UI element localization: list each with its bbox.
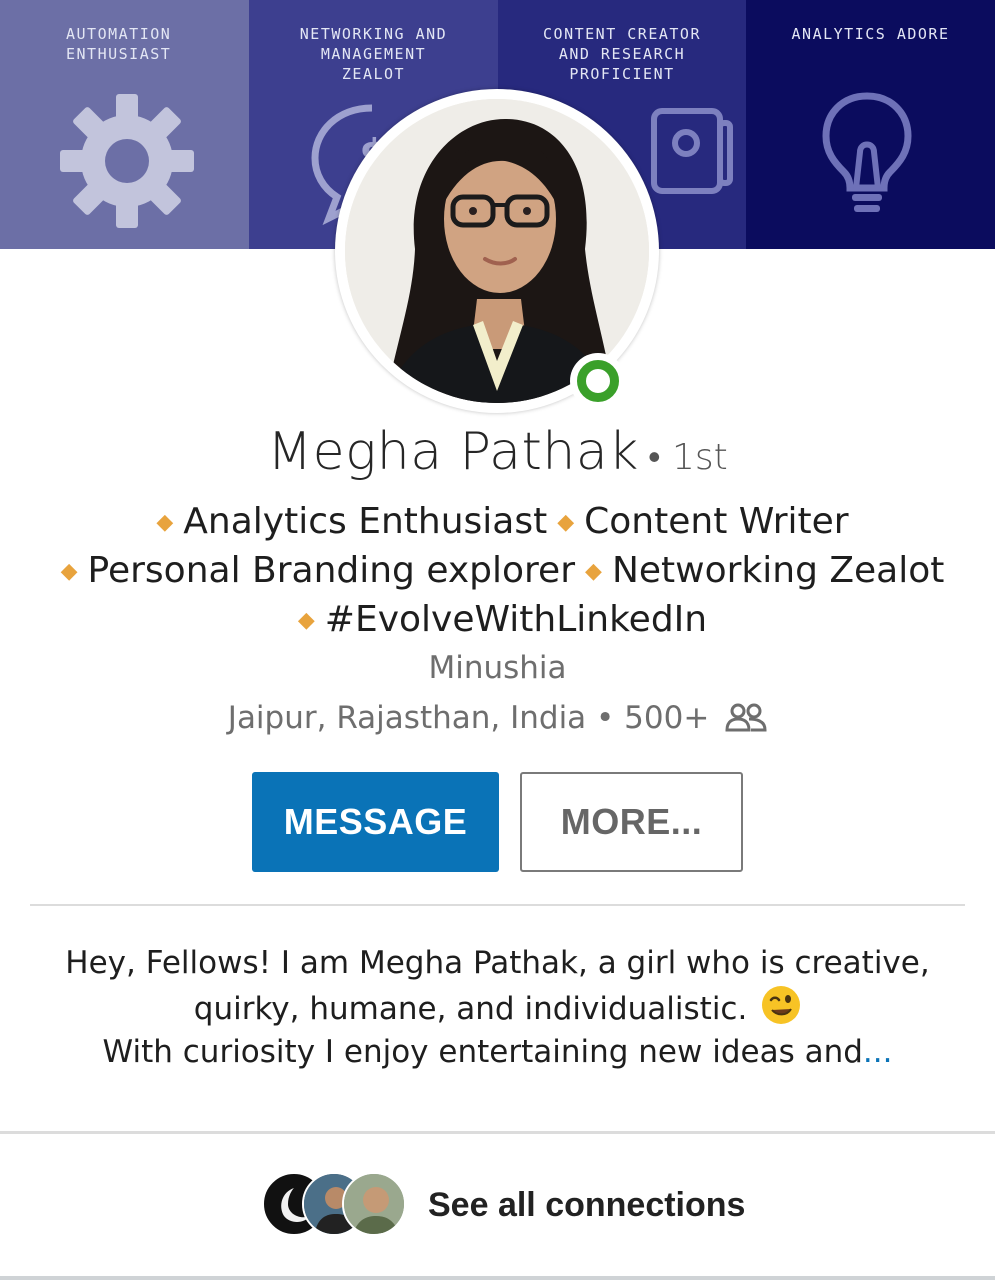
gear-icon xyxy=(60,94,194,228)
connection-degree: • 1st xyxy=(647,437,728,478)
profile-location-line: Jaipur, Rajasthan, India • 500+ xyxy=(0,700,995,736)
banner-panel-text: NETWORKING AND MANAGEMENT ZEALOT xyxy=(299,25,448,83)
summary-line: quirky, humane, and individualistic. xyxy=(193,991,748,1027)
profile-company[interactable]: Minushia xyxy=(0,650,995,686)
headline-item: Content Writer xyxy=(584,501,849,542)
headline-item: #EvolveWithLinkedIn xyxy=(324,599,708,640)
winking-face-emoji-icon xyxy=(762,986,801,1024)
divider xyxy=(30,904,965,906)
message-button[interactable]: MESSAGE xyxy=(252,772,499,872)
diamond-bullet-icon: ◆ xyxy=(60,559,78,584)
connections-count[interactable]: • 500+ xyxy=(596,700,709,736)
banner-panel-automation: AUTOMATION ENTHUSIAST xyxy=(0,0,249,249)
profile-name-line: Megha Pathak • 1st xyxy=(0,422,995,482)
diamond-bullet-icon: ◆ xyxy=(557,510,575,535)
banner-panel-text: CONTENT CREATOR AND RESEARCH PROFICIENT xyxy=(543,25,701,83)
summary-line-3: With curiosity I enjoy entertaining new … xyxy=(40,1031,955,1074)
profile-location: Jaipur, Rajasthan, India xyxy=(227,700,587,736)
people-icon xyxy=(725,703,767,732)
summary-line-2: quirky, humane, and individualistic. xyxy=(40,985,955,1031)
summary-line: Hey, Fellows! I am Megha Pathak, a girl … xyxy=(65,945,930,981)
avatar xyxy=(342,1172,406,1236)
summary-line: With curiosity I enjoy entertaining new … xyxy=(102,1034,863,1070)
document-icon xyxy=(651,108,733,194)
bottom-edge xyxy=(0,1276,995,1280)
online-dot-icon xyxy=(577,360,619,402)
diamond-bullet-icon: ◆ xyxy=(585,559,602,584)
more-button[interactable]: MORE... xyxy=(520,772,743,872)
headline-item: Personal Branding explorer xyxy=(87,550,576,591)
headline-item: Networking Zealot xyxy=(611,550,945,591)
divider xyxy=(0,1131,995,1134)
diamond-bullet-icon: ◆ xyxy=(297,608,315,633)
profile-name: Megha Pathak xyxy=(267,422,639,482)
banner-panel-text: ANALYTICS ADORE xyxy=(791,25,950,43)
see-all-connections-link[interactable]: See all connections xyxy=(428,1186,745,1225)
banner-panel-analytics: ANALYTICS ADORE xyxy=(746,0,995,249)
connection-avatars xyxy=(262,1172,412,1238)
see-all-connections-row[interactable]: See all connections xyxy=(0,1170,995,1240)
headline-line-2: ◆ Personal Branding explorer ◆ Networking Z… xyxy=(40,547,955,645)
headline-line-1: ◆ Analytics Enthusiast ◆ Content Writer xyxy=(40,498,955,547)
banner-panel-text: AUTOMATION ENTHUSIAST xyxy=(66,25,172,63)
online-status-indicator xyxy=(570,353,626,409)
lightbulb-icon xyxy=(822,92,912,212)
profile-summary[interactable]: Hey, Fellows! I am Megha Pathak, a girl … xyxy=(40,942,955,1074)
profile-headline: ◆ Analytics Enthusiast ◆ Content Writer ◆ Pe… xyxy=(40,498,955,645)
diamond-bullet-icon: ◆ xyxy=(156,510,174,535)
see-more-ellipsis[interactable]: ... xyxy=(863,1034,893,1070)
headline-item: Analytics Enthusiast xyxy=(183,501,548,542)
